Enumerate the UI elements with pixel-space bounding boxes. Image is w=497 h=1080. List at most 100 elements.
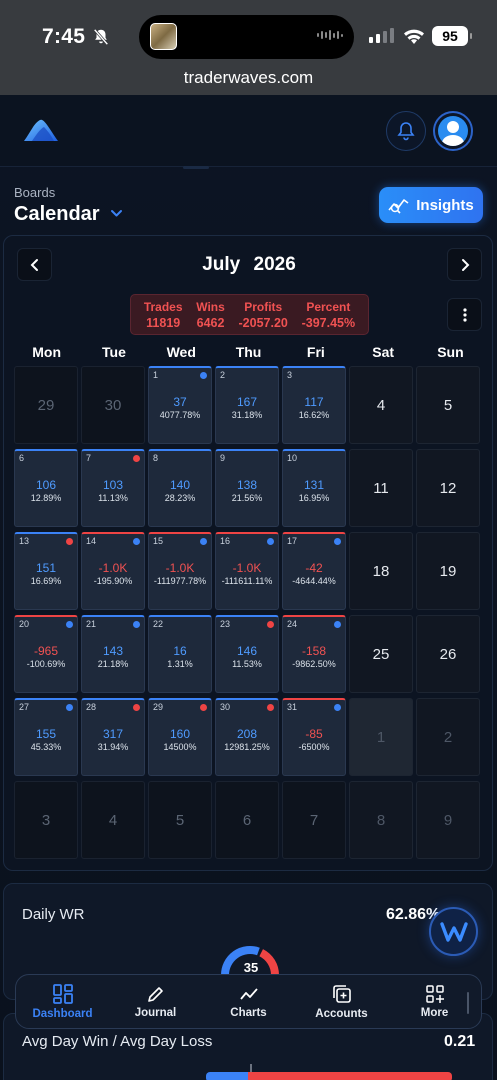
day-percent: -4644.44% xyxy=(292,576,336,586)
stat-label: Percent xyxy=(306,299,351,314)
weekday-header: Mon Tue Wed Thu Fri Sat Sun xyxy=(13,344,484,360)
calendar-day-cell[interactable]: 2 xyxy=(416,698,480,776)
day-number: 3 xyxy=(287,370,293,380)
calendar-day-cell[interactable]: 26 xyxy=(416,615,480,693)
nav-charts[interactable]: Charts xyxy=(202,975,295,1028)
nav-dashboard[interactable]: Dashboard xyxy=(16,975,109,1028)
day-number: 2 xyxy=(220,370,226,380)
cellular-signal-icon xyxy=(369,28,394,43)
day-pnl: 317 xyxy=(102,727,124,741)
day-number: 30 xyxy=(104,396,122,414)
calendar-day-cell[interactable]: 19 xyxy=(416,532,480,610)
calendar-day-cell[interactable]: 28 317 31.94% xyxy=(81,698,145,776)
month-stats-summary: Trades 11819 Wins 6462 Profits -2057.20 … xyxy=(130,294,369,335)
daily-wr-label: Daily WR xyxy=(22,906,85,923)
day-percent: -111977.78% xyxy=(153,576,207,586)
calendar-day-cell[interactable]: 6 106 12.89% xyxy=(14,449,78,527)
board-selector[interactable]: Calendar xyxy=(14,203,100,226)
chevron-down-icon[interactable] xyxy=(110,208,123,218)
day-percent: 14500% xyxy=(163,742,197,752)
calendar-day-cell[interactable]: 17 -42 -4644.44% xyxy=(282,532,346,610)
calendar-day-cell[interactable]: 1 xyxy=(349,698,413,776)
calendar-options-button[interactable] xyxy=(447,298,482,331)
nav-scroll-indicator xyxy=(467,992,469,1014)
month-label: July xyxy=(202,254,241,275)
calendar-day-cell[interactable]: 4 xyxy=(81,781,145,859)
avg-day-value: 0.21 xyxy=(444,1033,476,1050)
calendar-day-cell[interactable]: 29 160 14500% xyxy=(148,698,212,776)
day-pnl: 151 xyxy=(35,561,57,575)
day-percent: 16.95% xyxy=(298,493,330,503)
status-dot xyxy=(267,621,274,628)
status-dot xyxy=(133,455,140,462)
wifi-icon xyxy=(404,29,424,44)
calendar-day-cell[interactable]: 9 xyxy=(416,781,480,859)
day-pnl: 131 xyxy=(303,478,325,492)
nav-accounts[interactable]: Accounts xyxy=(295,975,388,1028)
calendar-day-cell[interactable]: 10 131 16.95% xyxy=(282,449,346,527)
calendar-day-cell[interactable]: 25 xyxy=(349,615,413,693)
calendar-day-cell[interactable]: 1 37 4077.78% xyxy=(148,366,212,444)
nav-journal[interactable]: Journal xyxy=(109,975,202,1028)
day-number: 1 xyxy=(376,728,386,746)
day-number: 7 xyxy=(86,453,92,463)
day-number: 14 xyxy=(86,536,97,546)
profile-avatar-button[interactable] xyxy=(433,111,473,151)
day-percent: -6500% xyxy=(298,742,330,752)
calendar-day-cell[interactable]: 4 xyxy=(349,366,413,444)
calendar-day-cell[interactable]: 14 -1.0K -195.90% xyxy=(81,532,145,610)
calendar-day-cell[interactable]: 29 xyxy=(14,366,78,444)
calendar-day-cell[interactable]: 16 -1.0K -111611.11% xyxy=(215,532,279,610)
calendar-day-cell[interactable]: 18 xyxy=(349,532,413,610)
calendar-day-cell[interactable]: 3 117 16.62% xyxy=(282,366,346,444)
floating-w-button[interactable] xyxy=(429,907,478,956)
insights-button[interactable]: Insights xyxy=(379,187,483,223)
calendar-day-cell[interactable]: 22 16 1.31% xyxy=(148,615,212,693)
calendar-day-cell[interactable]: 3 xyxy=(14,781,78,859)
day-number: 4 xyxy=(108,811,118,829)
calendar-day-cell[interactable]: 30 xyxy=(81,366,145,444)
stat-label: Trades xyxy=(143,299,183,314)
calendar-day-cell[interactable]: 5 xyxy=(148,781,212,859)
notifications-button[interactable] xyxy=(386,111,426,151)
calendar-day-cell[interactable]: 8 140 28.23% xyxy=(148,449,212,527)
day-pnl: 143 xyxy=(102,644,124,658)
accounts-plus-icon xyxy=(332,985,351,1003)
stat-label: Wins xyxy=(196,299,225,314)
year-label: 2026 xyxy=(253,254,296,275)
calendar-day-cell[interactable]: 11 xyxy=(349,449,413,527)
calendar-day-cell[interactable]: 31 -85 -6500% xyxy=(282,698,346,776)
day-pnl: -1.0K xyxy=(165,561,195,575)
stat-label: Profits xyxy=(244,299,283,314)
calendar-day-cell[interactable]: 21 143 21.18% xyxy=(81,615,145,693)
day-number: 26 xyxy=(439,645,457,663)
day-number: 29 xyxy=(37,396,55,414)
calendar-day-cell[interactable]: 2 167 31.18% xyxy=(215,366,279,444)
insights-chart-icon xyxy=(388,199,409,214)
calendar-day-cell[interactable]: 7 103 11.13% xyxy=(81,449,145,527)
calendar-day-cell[interactable]: 23 146 11.53% xyxy=(215,615,279,693)
day-number: 6 xyxy=(242,811,252,829)
calendar-day-cell[interactable]: 7 xyxy=(282,781,346,859)
more-grid-icon xyxy=(425,985,444,1003)
calendar-day-cell[interactable]: 13 151 16.69% xyxy=(14,532,78,610)
calendar-day-cell[interactable]: 15 -1.0K -111977.78% xyxy=(148,532,212,610)
day-number: 1 xyxy=(153,370,159,380)
calendar-day-cell[interactable]: 27 155 45.33% xyxy=(14,698,78,776)
day-percent: -195.90% xyxy=(93,576,133,586)
mountain-logo-icon[interactable] xyxy=(24,119,58,141)
calendar-day-cell[interactable]: 8 xyxy=(349,781,413,859)
calendar-day-cell[interactable]: 6 xyxy=(215,781,279,859)
calendar-day-cell[interactable]: 20 -965 -100.69% xyxy=(14,615,78,693)
bottom-navigation: Dashboard Journal Charts Accounts More xyxy=(15,974,482,1029)
calendar-day-cell[interactable]: 5 xyxy=(416,366,480,444)
calendar-day-cell[interactable]: 12 xyxy=(416,449,480,527)
calendar-day-cell[interactable]: 30 208 12981.25% xyxy=(215,698,279,776)
next-month-button[interactable] xyxy=(447,248,482,281)
day-pnl: 140 xyxy=(169,478,191,492)
day-percent: 16.62% xyxy=(298,410,330,420)
browser-url[interactable]: traderwaves.com xyxy=(0,68,497,88)
calendar-day-cell[interactable]: 9 138 21.56% xyxy=(215,449,279,527)
calendar-day-cell[interactable]: 24 -158 -9862.50% xyxy=(282,615,346,693)
chevron-right-icon xyxy=(461,258,469,271)
